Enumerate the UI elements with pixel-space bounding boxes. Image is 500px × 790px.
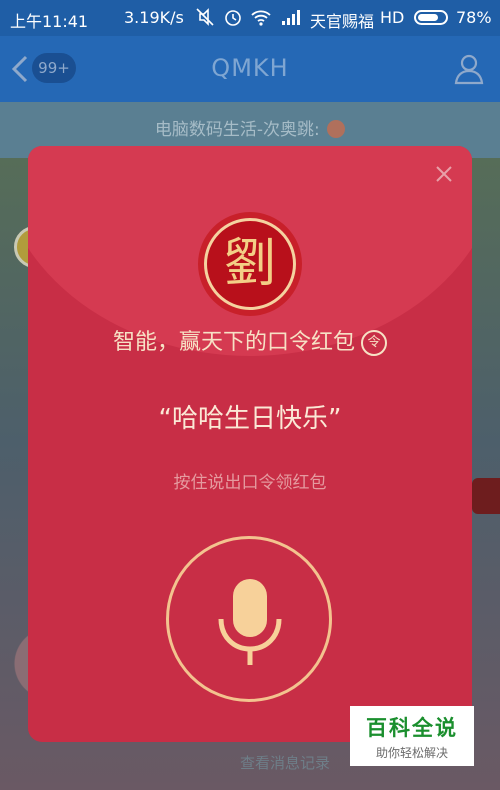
wifi-icon [251, 10, 271, 26]
status-carrier: 天官赐福 [310, 12, 375, 31]
chat-title: QMKH [211, 54, 289, 82]
status-time: 上午11:41 [10, 12, 89, 31]
status-bar: 上午11:41 3.19K/s 天官赐福 HD 78% [0, 0, 500, 36]
signal-icon [282, 10, 300, 25]
status-battery: 78% [456, 8, 492, 27]
microphone-icon [218, 579, 282, 665]
red-packet-title: 智能，赢天下的口令红包令 [28, 324, 472, 356]
red-packet-title-text: 智能，赢天下的口令红包 [112, 330, 355, 355]
battery-icon [414, 10, 448, 25]
chat-header: 99+ QMKH [0, 36, 500, 102]
group-profile-icon[interactable] [452, 52, 486, 86]
red-packet-hint: 按住说出口令领红包 [173, 473, 327, 493]
watermark-sub: 助你轻松解决 [375, 746, 448, 760]
password-badge-icon: 令 [361, 330, 387, 356]
alarm-icon [225, 10, 241, 26]
red-packet-password: “哈哈生日快乐” [158, 404, 342, 434]
mute-icon [196, 8, 214, 26]
watermark-logo: 百科全说 助你轻松解决 [350, 706, 474, 766]
hold-to-speak-button[interactable] [166, 536, 332, 702]
emoji-icon [327, 120, 346, 138]
watermark-main: 百科全说 [366, 716, 458, 740]
red-packet-dialog: 劉 智能，赢天下的口令红包令 “哈哈生日快乐” 按住说出口令领红包 [28, 146, 472, 742]
status-network-speed: 3.19K/s [124, 8, 184, 27]
seal-character: 劉 [223, 234, 276, 294]
chat-bottom-hint[interactable]: 查看消息记录 [240, 752, 330, 773]
status-hd: HD [380, 8, 405, 27]
sender-avatar-seal: 劉 [204, 218, 296, 310]
close-icon[interactable] [434, 164, 454, 184]
message-bubble[interactable] [472, 478, 500, 514]
group-banner-text: 电脑数码生活-次奥跳: [154, 120, 320, 140]
